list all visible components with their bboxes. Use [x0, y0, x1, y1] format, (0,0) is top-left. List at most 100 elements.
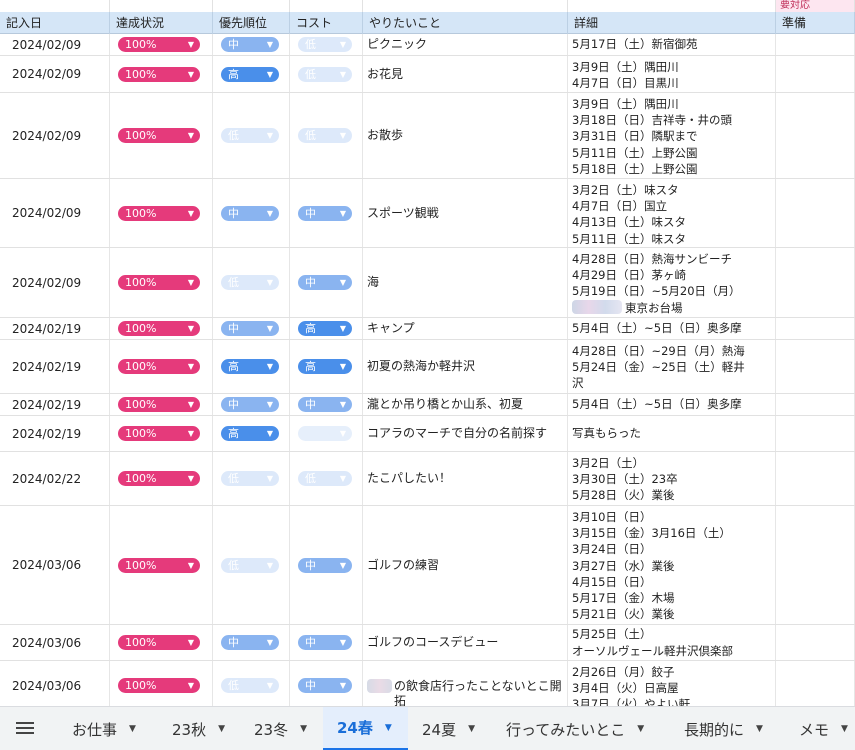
detail-cell[interactable]: 5月25日（土） オーソルヴェール軽井沢倶楽部 — [568, 625, 776, 660]
cost-cell[interactable]: 高 ▼ — [290, 318, 363, 339]
date-cell[interactable]: 2024/03/06 — [0, 625, 110, 660]
cost-dropdown[interactable]: 中 ▼ — [298, 678, 352, 693]
cost-dropdown[interactable]: 低 ▼ — [298, 66, 352, 82]
cost-cell[interactable]: 低 ▼ — [290, 452, 363, 505]
priority-dropdown[interactable]: 低 ▼ — [221, 128, 279, 143]
caret-down-icon[interactable]: ▼ — [756, 724, 763, 734]
caret-down-icon[interactable]: ▼ — [637, 724, 644, 734]
progress-cell[interactable]: 100% ▼ — [110, 179, 213, 247]
sheet-tab[interactable]: 23秋 ▼ — [158, 707, 240, 750]
cost-dropdown[interactable]: 中 ▼ — [298, 635, 352, 650]
priority-dropdown[interactable]: 中 ▼ — [221, 321, 279, 336]
date-cell[interactable]: 2024/02/09 — [0, 34, 110, 55]
ready-cell[interactable] — [776, 661, 855, 706]
cost-dropdown[interactable]: 高 ▼ — [298, 359, 352, 374]
progress-cell[interactable]: 100% ▼ — [110, 56, 213, 92]
cost-cell[interactable]: 中 ▼ — [290, 179, 363, 247]
ready-cell[interactable] — [776, 34, 855, 55]
progress-dropdown[interactable]: 100% ▼ — [118, 205, 200, 221]
ready-cell[interactable] — [776, 416, 855, 451]
priority-dropdown[interactable]: 低 ▼ — [221, 275, 279, 290]
caret-down-icon[interactable]: ▼ — [300, 724, 307, 734]
priority-cell[interactable]: 中 ▼ — [213, 318, 290, 339]
detail-cell[interactable]: 写真もらった — [568, 416, 776, 451]
header-task[interactable]: やりたいこと — [363, 12, 568, 34]
priority-cell[interactable]: 低 ▼ — [213, 506, 290, 624]
priority-dropdown[interactable]: 低 ▼ — [221, 471, 279, 486]
detail-cell[interactable]: 3月10日（日） 3月15日（金）3月16日（土） 3月24日（日） 3月27日… — [568, 506, 776, 624]
task-cell[interactable]: お花見 — [363, 56, 568, 92]
sheet-tab[interactable]: お仕事 ▼ — [58, 707, 158, 750]
sheet-tab[interactable]: 長期的に ▼ — [670, 707, 785, 750]
date-cell[interactable]: 2024/02/09 — [0, 248, 110, 317]
caret-down-icon[interactable]: ▼ — [385, 723, 392, 733]
cost-cell[interactable]: 低 ▼ — [290, 34, 363, 55]
cost-cell[interactable]: ▼ — [290, 416, 363, 451]
date-cell[interactable]: 2024/02/09 — [0, 93, 110, 178]
progress-dropdown[interactable]: 100% ▼ — [118, 557, 200, 573]
progress-cell[interactable]: 100% ▼ — [110, 416, 213, 451]
task-cell[interactable]: スポーツ観戦 — [363, 179, 568, 247]
progress-dropdown[interactable]: 100% ▼ — [118, 321, 200, 336]
task-cell[interactable]: の飲食店行ったことないとこ開拓 — [363, 661, 568, 706]
priority-dropdown[interactable]: 高 ▼ — [221, 66, 279, 82]
priority-cell[interactable]: 低 ▼ — [213, 248, 290, 317]
progress-cell[interactable]: 100% ▼ — [110, 34, 213, 55]
task-cell[interactable]: 初夏の熱海か軽井沢 — [363, 340, 568, 393]
sheet-tab[interactable]: 23冬 ▼ — [240, 707, 323, 750]
progress-cell[interactable]: 100% ▼ — [110, 93, 213, 178]
priority-dropdown[interactable]: 低 ▼ — [221, 678, 279, 693]
task-cell[interactable]: 海 — [363, 248, 568, 317]
task-cell[interactable]: キャンプ — [363, 318, 568, 339]
header-detail[interactable]: 詳細 — [568, 12, 776, 34]
task-cell[interactable]: コアラのマーチで自分の名前探す — [363, 416, 568, 451]
progress-dropdown[interactable]: 100% ▼ — [118, 426, 200, 441]
caret-down-icon[interactable]: ▼ — [468, 724, 475, 734]
ready-cell[interactable] — [776, 179, 855, 247]
priority-cell[interactable]: 高 ▼ — [213, 416, 290, 451]
date-cell[interactable]: 2024/02/19 — [0, 318, 110, 339]
priority-dropdown[interactable]: 中 ▼ — [221, 205, 279, 221]
progress-dropdown[interactable]: 100% ▼ — [118, 359, 200, 374]
progress-dropdown[interactable]: 100% ▼ — [118, 635, 200, 650]
detail-cell[interactable]: 2月26日（月）餃子 3月4日（火）日高屋 3月7日（火）やよい軒 — [568, 661, 776, 706]
cost-dropdown[interactable]: 低 ▼ — [298, 471, 352, 486]
header-priority[interactable]: 優先順位 — [213, 12, 290, 34]
progress-cell[interactable]: 100% ▼ — [110, 506, 213, 624]
sheet-tab[interactable]: 24春 ▼ — [323, 707, 408, 750]
cost-dropdown[interactable]: 中 ▼ — [298, 397, 352, 412]
detail-cell[interactable]: 4月28日（日）熱海サンビーチ 4月29日（日）茅ヶ崎 5月19日（日）~5月2… — [568, 248, 776, 317]
progress-dropdown[interactable]: 100% ▼ — [118, 66, 200, 82]
detail-cell[interactable]: 4月28日（日）~29日（月）熱海 5月24日（金）~25日（土）軽井 沢 — [568, 340, 776, 393]
progress-dropdown[interactable]: 100% ▼ — [118, 128, 200, 143]
cost-dropdown[interactable]: 低 ▼ — [298, 128, 352, 143]
header-date[interactable]: 記入日 — [0, 12, 110, 34]
header-cost[interactable]: コスト — [290, 12, 363, 34]
cost-dropdown[interactable]: 高 ▼ — [298, 321, 352, 336]
task-cell[interactable]: 瀧とか吊り橋とか山系、初夏 — [363, 394, 568, 415]
priority-cell[interactable]: 中 ▼ — [213, 394, 290, 415]
cost-cell[interactable]: 低 ▼ — [290, 56, 363, 92]
task-cell[interactable]: ゴルフのコースデビュー — [363, 625, 568, 660]
task-cell[interactable]: たこパしたい！ — [363, 452, 568, 505]
detail-cell[interactable]: 3月2日（土） 3月30日（土）23卒 5月28日（火）業後 — [568, 452, 776, 505]
date-cell[interactable]: 2024/02/09 — [0, 179, 110, 247]
date-cell[interactable]: 2024/02/19 — [0, 340, 110, 393]
priority-cell[interactable]: 中 ▼ — [213, 179, 290, 247]
ready-cell[interactable] — [776, 452, 855, 505]
cost-cell[interactable]: 高 ▼ — [290, 340, 363, 393]
progress-cell[interactable]: 100% ▼ — [110, 248, 213, 317]
ready-cell[interactable] — [776, 318, 855, 339]
priority-cell[interactable]: 中 ▼ — [213, 625, 290, 660]
detail-cell[interactable]: 3月2日（土）味スタ 4月7日（日）国立 4月13日（土）味スタ 5月11日（土… — [568, 179, 776, 247]
hamburger-icon[interactable] — [14, 719, 36, 739]
date-cell[interactable]: 2024/03/06 — [0, 661, 110, 706]
progress-dropdown[interactable]: 100% ▼ — [118, 275, 200, 290]
progress-dropdown[interactable]: 100% ▼ — [118, 471, 200, 486]
progress-cell[interactable]: 100% ▼ — [110, 340, 213, 393]
priority-dropdown[interactable]: 高 ▼ — [221, 359, 279, 374]
spreadsheet-grid[interactable]: 要対応 記入日 達成状況 優先順位 コスト やりたいこと 詳細 準備 2024/… — [0, 0, 855, 706]
cost-cell[interactable]: 低 ▼ — [290, 93, 363, 178]
priority-cell[interactable]: 高 ▼ — [213, 340, 290, 393]
sheet-tab[interactable]: メモ ▼ — [785, 707, 855, 750]
